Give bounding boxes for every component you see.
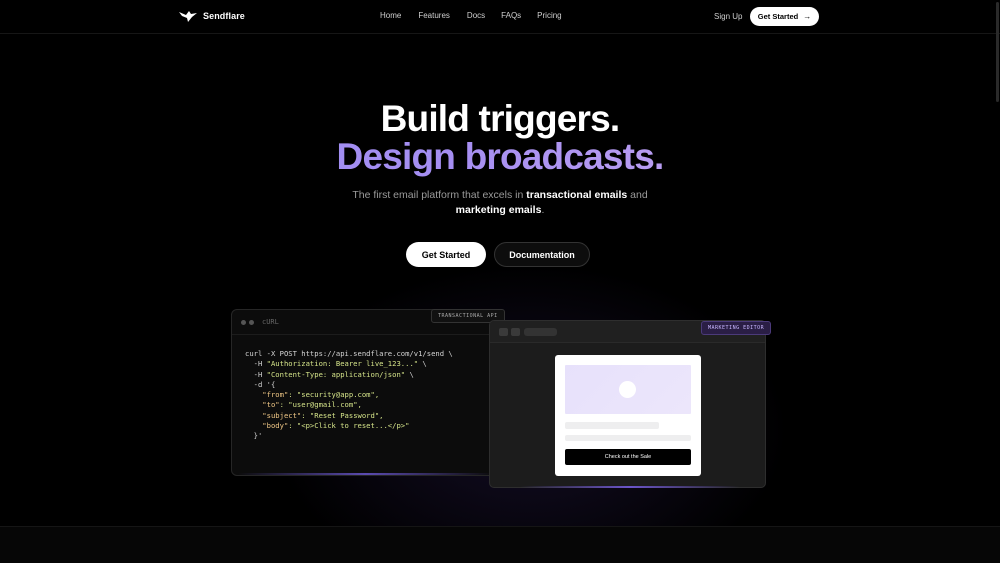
image-placeholder-icon (619, 381, 636, 398)
nav-link-pricing[interactable]: Pricing (537, 11, 561, 20)
nav-link-home[interactable]: Home (380, 11, 401, 20)
hero-title-line-1: Build triggers. (380, 98, 621, 139)
nav-link-faqs[interactable]: FAQs (501, 11, 521, 20)
sign-up-link[interactable]: Sign Up (714, 12, 742, 21)
nav-link-features[interactable]: Features (418, 11, 450, 20)
bird-logo-icon (179, 11, 197, 22)
nav-links: Home Features Docs FAQs Pricing (380, 11, 562, 20)
hero-subtitle: The first email platform that excels in … (0, 188, 1000, 218)
brand-logo[interactable]: Sendflare (178, 9, 245, 23)
subtitle-suffix: . (541, 204, 545, 216)
next-section (0, 526, 1000, 563)
email-hero-image (565, 365, 691, 414)
subtitle-prefix: The first email platform that excels in (352, 189, 527, 201)
toolbar-square-icon (511, 328, 520, 336)
subtitle-bold-marketing: marketing emails (455, 204, 542, 216)
nav-get-started-button[interactable]: Get Started → (750, 7, 819, 26)
marketing-editor-panel: Check out the Sale (489, 320, 766, 488)
text-placeholder (565, 435, 691, 441)
documentation-button[interactable]: Documentation (494, 242, 590, 267)
toolbar-square-icon (499, 328, 508, 336)
check-out-sale-button[interactable]: Check out the Sale (565, 449, 691, 465)
code-snippet: curl -X POST https://api.sendflare.com/v… (245, 349, 453, 441)
hero-title-line-2: Design broadcasts. (0, 137, 1000, 177)
toolbar-placeholder (524, 328, 557, 336)
brand-name: Sendflare (203, 11, 245, 21)
arrow-right-icon: → (803, 12, 812, 21)
window-dot-icon (249, 320, 254, 325)
subtitle-mid: and (627, 189, 648, 201)
marketing-editor-badge: MARKETING EDITOR (701, 321, 772, 335)
nav-link-docs[interactable]: Docs (467, 11, 485, 20)
text-placeholder (565, 422, 659, 429)
code-panel-title: cURL (262, 318, 279, 326)
email-preview-card: Check out the Sale (555, 355, 701, 476)
code-panel: cURL curl -X POST https://api.sendflare.… (231, 309, 501, 476)
get-started-button[interactable]: Get Started (406, 242, 486, 267)
nav-cta-label: Get Started (757, 12, 799, 21)
code-panel-glow (238, 473, 493, 475)
editor-panel-glow (520, 486, 740, 488)
window-dot-icon (241, 320, 246, 325)
subtitle-bold-transactional: transactional emails (526, 189, 628, 201)
top-nav: Sendflare Home Features Docs FAQs Pricin… (0, 0, 1000, 34)
scrollbar-thumb[interactable] (996, 2, 999, 102)
